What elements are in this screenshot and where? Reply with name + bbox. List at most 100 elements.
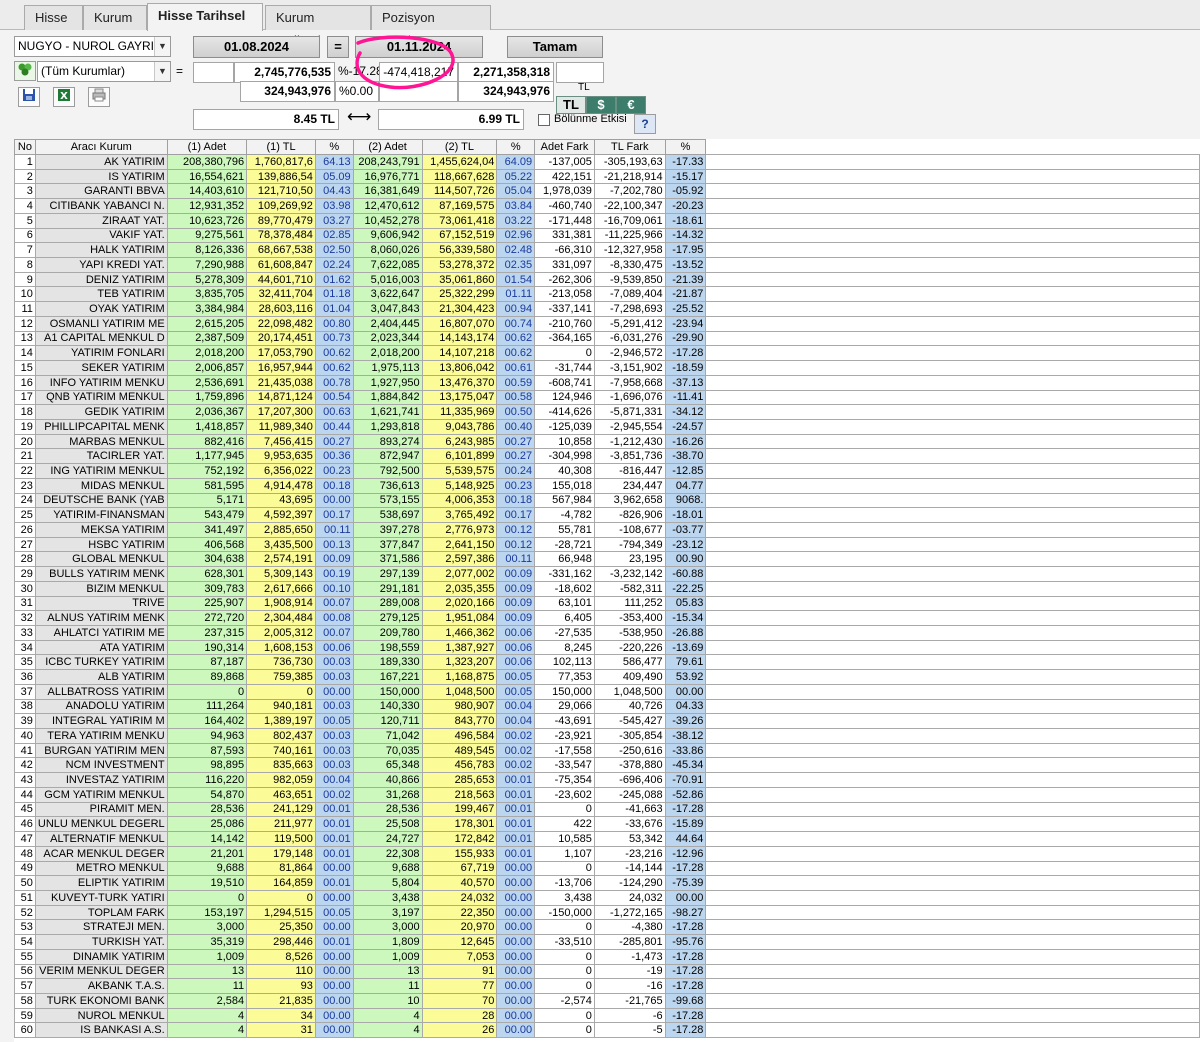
tab-hisse-tarihsel[interactable]: Hisse Tarihsel (147, 3, 263, 31)
table-row[interactable]: 57 AKBANK T.A.S. 11 93 00.00 11 77 00.00 0 -16 -17… (14, 978, 1200, 994)
header-col-pct2[interactable]: % (496, 139, 536, 155)
table-row[interactable]: 22 ING YATIRIM MENKUL 752,192 6,356,022 00.2… (14, 463, 1200, 479)
table-row[interactable]: 27 HSBC YATIRIM 406,568 3,435,500 00.13 377,8… (14, 536, 1200, 553)
table-row[interactable]: 38 ANADOLU YATIRIM 111,264 940,181 00.03 140,… (14, 698, 1200, 715)
save-icon[interactable] (18, 87, 40, 107)
table-row[interactable]: 11 OYAK YATIRIM 3,384,984 28,603,116 01.04 3,… (14, 301, 1200, 317)
table-row[interactable]: 14 YATIRIM FONLARI 2,018,200 17,053,790 00.6… (14, 345, 1200, 362)
table-row[interactable]: 43 INVESTAZ YATIRIM 116,220 982,059 00.04 40,… (14, 772, 1200, 788)
table-row[interactable]: 6 VAKIF YAT. 9,275,561 78,378,484 02.85 9,606… (14, 227, 1200, 244)
table-row[interactable]: 24 DEUTSCHE BANK (YAB 5,171 43,695 00.00 573,… (14, 492, 1200, 509)
chevron-down-icon[interactable]: ▼ (154, 62, 170, 81)
table-row[interactable]: 18 GEDIK YATIRIM 2,036,367 17,207,300 00.63 1… (14, 404, 1200, 420)
table-row[interactable]: 4 CITIBANK YABANCI N. 12,931,352 109,269,92… (14, 198, 1200, 214)
cell-col-pct2: 00.00 (496, 889, 536, 906)
table-row[interactable]: 20 MARBAS MENKUL 882,416 7,456,415 00.27 893,… (14, 433, 1200, 450)
table-row[interactable]: 35 ICBC TURKEY YATIRIM 87,187 736,730 00.03 1… (14, 654, 1200, 671)
table-row[interactable]: 17 QNB YATIRIM MENKUL 1,759,896 14,871,124 0… (14, 389, 1200, 406)
tab-kurum-tarihsel[interactable]: Kurum Tarihsel (265, 5, 371, 48)
table-row[interactable]: 30 BIZIM MENKUL 309,783 2,617,666 00.10 291,1… (14, 580, 1200, 597)
table-row[interactable]: 23 MIDAS MENKUL 581,595 4,914,478 00.18 736,6… (14, 477, 1200, 494)
table-row[interactable]: 5 ZIRAAT YAT. 10,623,726 89,770,479 03.27 10,… (14, 212, 1200, 229)
table-row[interactable]: 49 METRO MENKUL 9,688 81,864 00.00 9,688 67,71… (14, 860, 1200, 877)
table-row[interactable]: 36 ALB YATIRIM 89,868 759,385 00.03 167,221 1,… (14, 669, 1200, 685)
table-row[interactable]: 3 GARANTI BBVA 14,403,610 121,710,50 04.43 16… (14, 183, 1200, 200)
table-row[interactable]: 29 BULLS YATIRIM MENK 628,301 5,309,143 00.1… (14, 566, 1200, 582)
blank-field[interactable] (193, 62, 234, 83)
equals-button[interactable]: = (327, 36, 349, 58)
cell-col-no: 49 (14, 860, 36, 877)
stock-select[interactable]: NUGYO - NUROL GAYRI ME ▼ (14, 36, 171, 57)
table-row[interactable]: 13 A1 CAPITAL MENKUL D 2,387,509 20,174,451… (14, 330, 1200, 347)
table-row[interactable]: 53 STRATEJI MEN. 3,000 25,350 00.00 3,000 20,9… (14, 919, 1200, 936)
table-row[interactable]: 2 IS YATIRIM 16,554,621 139,886,54 05.09 16,9… (14, 168, 1200, 185)
table-row[interactable]: 26 MEKSA YATIRIM 341,497 2,885,650 00.11 397,… (14, 521, 1200, 538)
blank-field-right[interactable] (556, 62, 604, 83)
table-row[interactable]: 25 YATIRIM-FINANSMAN 543,479 4,592,397 00.17… (14, 507, 1200, 523)
tl-button[interactable]: TL (556, 96, 586, 114)
header-col-tl-diff[interactable]: TL Fark (593, 139, 666, 155)
table-row[interactable]: 12 OSMANLI YATIRIM ME 2,615,205 22,098,482 0… (14, 315, 1200, 332)
table-row[interactable]: 44 GCM YATIRIM MENKUL 54,870 463,651 00.02 31… (14, 786, 1200, 803)
table-row[interactable]: 37 ALLBATROSS YATIRIM 0 0 00.00 150,000 1,048,… (14, 683, 1200, 700)
table-row[interactable]: 9 DENIZ YATIRIM 5,278,309 44,601,710 01.62 5,… (14, 271, 1200, 288)
table-row[interactable]: 32 ALNUS YATIRIM MENK 272,720 2,304,484 00.0… (14, 610, 1200, 626)
print-icon[interactable] (88, 87, 110, 107)
table-row[interactable]: 8 YAPI KREDI YAT. 7,290,988 61,608,847 02.24… (14, 257, 1200, 273)
header-col-tl2[interactable]: (2) TL (421, 139, 498, 155)
broker-select[interactable]: (Tüm Kurumlar) ▼ (37, 61, 171, 82)
date2-field[interactable]: 01.11.2024 (355, 36, 483, 58)
table-row[interactable]: 31 TRIVE 225,907 1,908,914 00.07 289,008 2,020… (14, 595, 1200, 612)
table-row[interactable]: 33 AHLATCI YATIRIM ME 237,315 2,005,312 00.0… (14, 625, 1200, 641)
help-icon[interactable]: ? (634, 114, 656, 134)
table-row[interactable]: 51 KUVEYT-TURK YATIRI 0 0 00.00 3,438 24,032 00… (14, 889, 1200, 906)
cell-empty (705, 978, 1200, 994)
chevron-down-icon[interactable]: ▼ (154, 37, 170, 56)
eur-button[interactable]: € (616, 96, 646, 114)
table-row[interactable]: 19 PHILLIPCAPITAL MENK 1,418,857 11,989,340… (14, 418, 1200, 435)
tab-pozisyon-farklari[interactable]: Pozisyon Farkları (371, 5, 491, 48)
cell-col-tl-diff: -23,216 (593, 845, 666, 862)
table-row[interactable]: 58 TURK EKONOMI BANK 2,584 21,835 00.00 10 70 0… (14, 992, 1200, 1009)
table-row[interactable]: 42 NCM INVESTMENT 98,895 835,663 00.03 65,348… (14, 757, 1200, 774)
add-broker-icon[interactable] (14, 61, 36, 81)
tamam-button[interactable]: Tamam (507, 36, 603, 58)
header-col-pct-diff[interactable]: % (664, 139, 707, 155)
table-row[interactable]: 50 ELIPTIK YATIRIM 19,510 164,859 00.01 5,804… (14, 875, 1200, 891)
table-row[interactable]: 10 TEB YATIRIM 3,835,705 32,411,704 01.18 3,6… (14, 286, 1200, 303)
table-row[interactable]: 59 NUROL MENKUL 4 34 00.00 4 28 00.00 0 -6 -17.28 (14, 1007, 1200, 1024)
header-col-tl1[interactable]: (1) TL (246, 139, 316, 155)
table-row[interactable]: 56 VERIM MENKUL DEGER 13 110 00.00 13 91 00.00 0… (14, 963, 1200, 980)
table-row[interactable]: 1 AK YATIRIM 208,380,796 1,760,817,6 64.13 20… (14, 154, 1200, 170)
header-col-broker[interactable]: Aracı Kurum (34, 139, 168, 155)
bolunme-checkbox[interactable] (538, 114, 550, 126)
table-row[interactable]: 46 UNLU MENKUL DEGERL 25,086 211,977 00.01 25… (14, 816, 1200, 833)
tab-hisse[interactable]: Hisse (24, 5, 83, 30)
header-col-qty2[interactable]: (2) Adet (352, 139, 423, 155)
header-col-qty-diff[interactable]: Adet Fark (534, 139, 595, 155)
table-row[interactable]: 40 TERA YATIRIM MENKU 94,963 802,437 00.03 71… (14, 728, 1200, 744)
table-row[interactable]: 48 ACAR MENKUL DEGER 21,201 179,148 00.01 22,… (14, 845, 1200, 862)
table-row[interactable]: 34 ATA YATIRIM 190,314 1,608,153 00.06 198,55… (14, 639, 1200, 656)
blank-mid[interactable] (379, 81, 458, 102)
date1-field[interactable]: 01.08.2024 (193, 36, 320, 58)
excel-icon[interactable]: X (53, 87, 75, 107)
table-row[interactable]: 60 IS BANKASI A.S. 4 31 00.00 4 26 00.00 0 -5 -17.… (14, 1022, 1200, 1039)
table-row[interactable]: 28 GLOBAL MENKUL 304,638 2,574,191 00.09 371,… (14, 551, 1200, 568)
header-col-no[interactable]: No (14, 139, 36, 155)
header-col-pct1[interactable]: % (314, 139, 354, 155)
table-row[interactable]: 16 INFO YATIRIM MENKU 2,536,691 21,435,038 0… (14, 374, 1200, 391)
table-row[interactable]: 55 DINAMIK YATIRIM 1,009 8,526 00.00 1,009 7,0… (14, 948, 1200, 965)
table-row[interactable]: 54 TURKISH YAT. 35,319 298,446 00.01 1,809 12,… (14, 934, 1200, 950)
usd-button[interactable]: $ (586, 96, 616, 114)
header-col-qty1[interactable]: (1) Adet (166, 139, 248, 155)
table-row[interactable]: 21 TACIRLER YAT. 1,177,945 9,953,635 00.36 87… (14, 448, 1200, 465)
table-row[interactable]: 45 PIRAMIT MEN. 28,536 241,129 00.01 28,536 19… (14, 801, 1200, 818)
table-row[interactable]: 7 HALK YATIRIM 8,126,336 68,667,538 02.50 8,0… (14, 242, 1200, 259)
table-row[interactable]: 41 BURGAN YATIRIM MEN 87,593 740,161 00.03 70… (14, 742, 1200, 759)
table-row[interactable]: 39 INTEGRAL YATIRIM M 164,402 1,389,197 00.0… (14, 713, 1200, 730)
table-row[interactable]: 52 TOPLAM FARK 153,197 1,294,515 00.05 3,197 2… (14, 904, 1200, 921)
table-row[interactable]: 15 SEKER YATIRIM 2,006,857 16,957,944 00.62 1… (14, 360, 1200, 376)
tab-kurum[interactable]: Kurum (83, 5, 147, 30)
table-row[interactable]: 47 ALTERNATIF MENKUL 14,142 119,500 00.01 24,… (14, 831, 1200, 847)
